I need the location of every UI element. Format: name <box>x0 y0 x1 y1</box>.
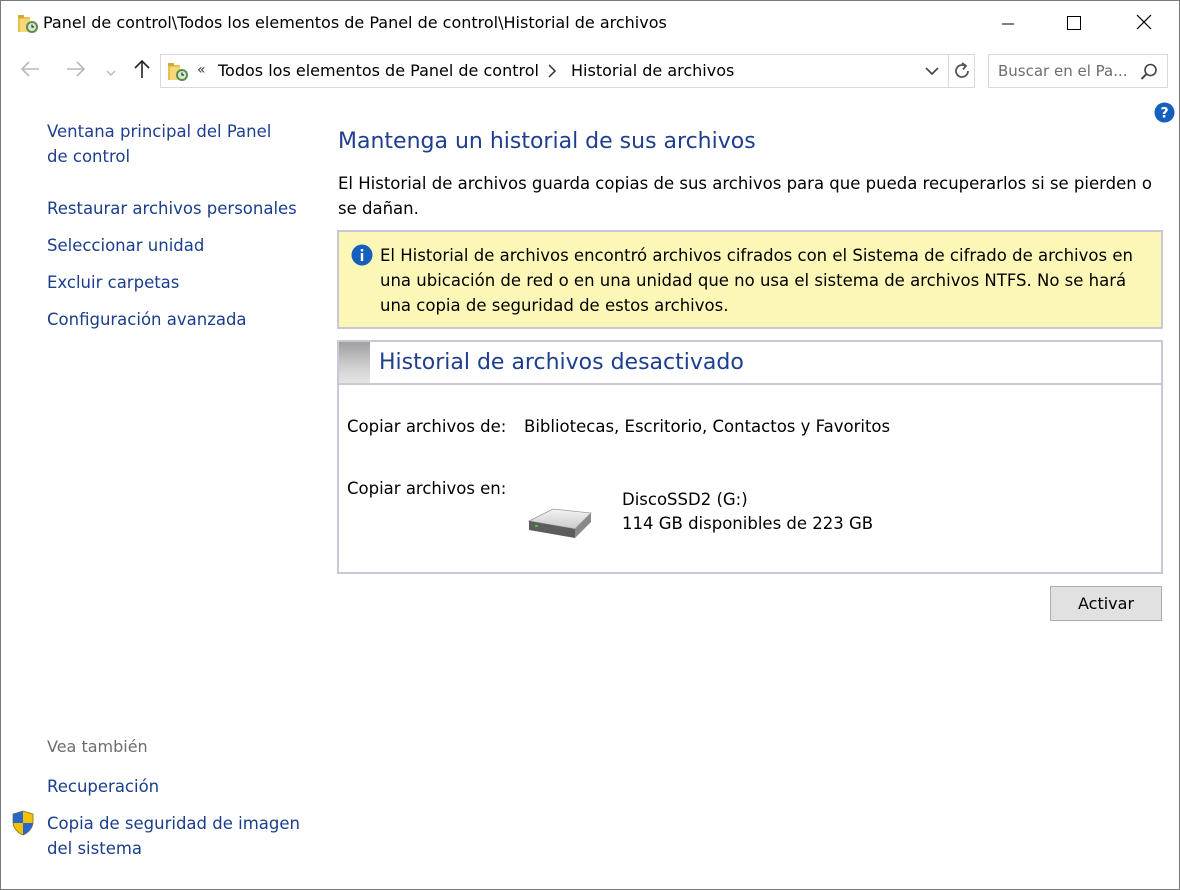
page-title: Mantenga un historial de sus archivos <box>338 129 756 154</box>
copy-from-value: Bibliotecas, Escritorio, Contactos y Fav… <box>524 417 891 436</box>
see-also-label: Vea también <box>47 737 148 756</box>
system-image-backup-link[interactable]: Copia de seguridad de imagen del sistema <box>47 811 307 861</box>
status-indicator <box>339 342 370 383</box>
maximize-button[interactable] <box>1051 1 1097 47</box>
advanced-settings-link[interactable]: Configuración avanzada <box>47 307 247 332</box>
info-banner: El Historial de archivos encontró archiv… <box>337 230 1163 329</box>
recent-locations-icon <box>106 62 116 81</box>
address-overflow-chevron[interactable]: « <box>197 62 206 78</box>
up-button[interactable] <box>127 57 157 85</box>
copy-to-label: Copiar archivos en: <box>347 479 507 498</box>
copy-from-label: Copiar archivos de: <box>347 417 507 436</box>
search-placeholder: Buscar en el Pa... <box>998 62 1128 80</box>
close-button[interactable] <box>1121 1 1167 47</box>
activate-button[interactable]: Activar <box>1050 586 1162 621</box>
hard-drive-icon <box>525 505 595 545</box>
address-divider <box>948 55 949 87</box>
folder-history-icon <box>167 60 189 82</box>
up-arrow-icon <box>134 59 150 83</box>
exclude-folders-link[interactable]: Excluir carpetas <box>47 270 179 295</box>
folder-history-icon <box>17 12 39 34</box>
breadcrumb-file-history[interactable]: Historial de archivos <box>571 61 734 80</box>
info-message: El Historial de archivos encontró archiv… <box>380 246 1133 315</box>
refresh-icon[interactable] <box>951 60 973 82</box>
search-input[interactable]: Buscar en el Pa... <box>988 54 1168 88</box>
restore-personal-files-link[interactable]: Restaurar archivos personales <box>47 196 297 221</box>
back-button[interactable] <box>15 57 45 85</box>
uac-shield-icon <box>11 810 35 836</box>
page-description: El Historial de archivos guarda copias d… <box>338 174 1153 218</box>
recent-locations-button[interactable] <box>101 57 121 85</box>
select-drive-link[interactable]: Seleccionar unidad <box>47 233 204 258</box>
forward-arrow-icon <box>66 61 86 81</box>
drive-name: DiscoSSD2 (G:) <box>622 490 748 509</box>
info-icon <box>351 244 373 266</box>
close-icon <box>1136 14 1152 34</box>
control-panel-home-link[interactable]: Ventana principal del Panel de control <box>47 119 297 169</box>
drive-space: 114 GB disponibles de 223 GB <box>622 514 874 533</box>
help-icon[interactable]: ? <box>1154 102 1175 123</box>
recovery-link[interactable]: Recuperación <box>47 774 159 799</box>
search-icon[interactable] <box>1139 62 1159 82</box>
minimize-button[interactable] <box>985 1 1031 47</box>
minimize-icon <box>1002 15 1014 34</box>
breadcrumb-separator-icon[interactable] <box>547 63 557 83</box>
file-history-status-panel: Historial de archivos desactivado Copiar… <box>337 340 1163 574</box>
status-header: Historial de archivos desactivado <box>339 342 1161 385</box>
title-bar[interactable]: Panel de control\Todos los elementos de … <box>1 1 1179 47</box>
status-title: Historial de archivos desactivado <box>379 350 744 375</box>
maximize-icon <box>1067 15 1081 34</box>
back-arrow-icon <box>20 61 40 81</box>
forward-button[interactable] <box>61 57 91 85</box>
svg-text:?: ? <box>1160 106 1168 122</box>
control-panel-window: Panel de control\Todos los elementos de … <box>0 0 1180 890</box>
address-bar[interactable]: « Todos los elementos de Panel de contro… <box>160 54 975 88</box>
breadcrumb-all-control-panel-items[interactable]: Todos los elementos de Panel de control <box>218 61 539 80</box>
navigation-bar: « Todos los elementos de Panel de contro… <box>1 47 1179 95</box>
address-dropdown-icon[interactable] <box>921 61 943 81</box>
window-title: Panel de control\Todos los elementos de … <box>43 13 667 32</box>
